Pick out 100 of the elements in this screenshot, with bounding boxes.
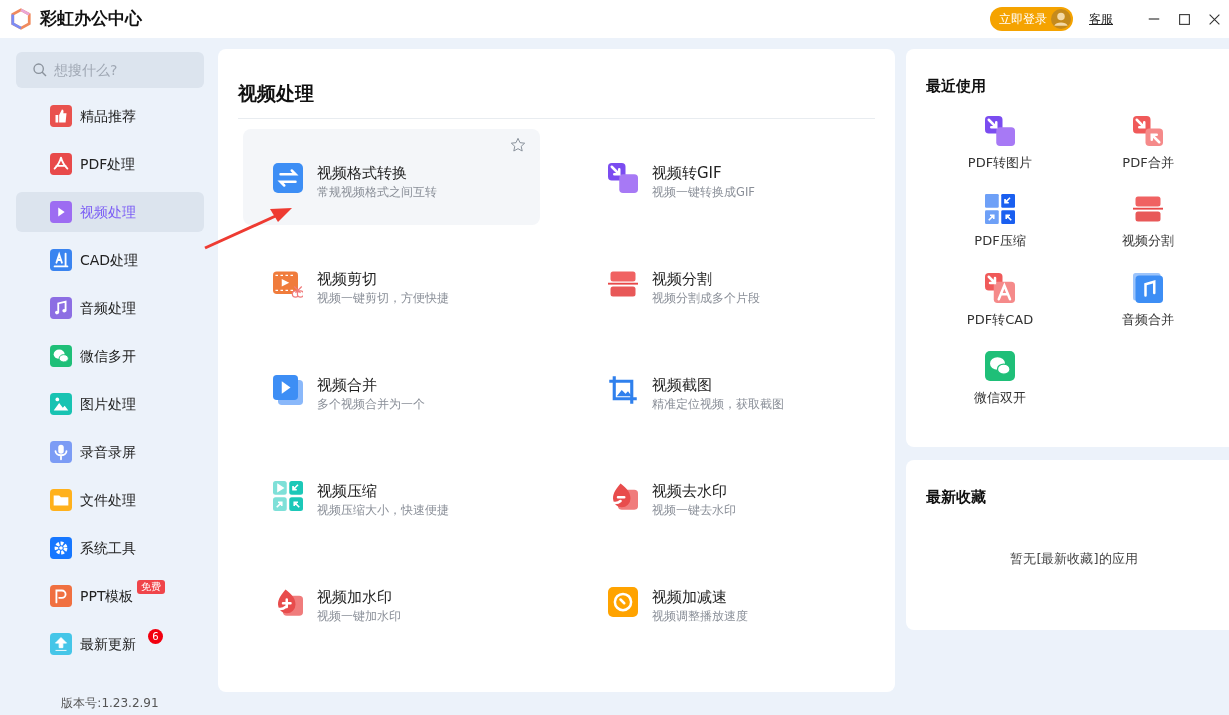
support-link[interactable]: 客服 [1089, 10, 1113, 28]
play-icon [50, 201, 72, 223]
sidebar-item[interactable]: 系统工具 [16, 528, 204, 568]
image-icon [50, 393, 72, 415]
tool-card[interactable]: 视频合并 多个视频合并为一个 [243, 340, 540, 437]
tool-title: 视频格式转换 [317, 162, 408, 183]
chat-bubbles-icon [985, 351, 1015, 381]
tool-title: 视频去水印 [652, 480, 728, 501]
recent-item[interactable]: 视频分割 [1074, 194, 1222, 251]
thumbs-up-icon [50, 105, 72, 127]
gear-icon [50, 537, 72, 559]
tool-title: 视频剪切 [317, 268, 378, 289]
tool-title: 视频转GIF [652, 162, 723, 183]
crop-image-icon [608, 374, 638, 405]
sidebar-item[interactable]: 录音录屏 [16, 432, 204, 472]
gif-convert-icon [608, 162, 638, 193]
microphone-icon [50, 441, 72, 463]
tool-description: 视频一键转换成GIF [652, 183, 755, 201]
sidebar-item-label: 精品推荐 [80, 106, 136, 126]
version-text: 版本号:1.23.2.91 [60, 695, 160, 712]
sidebar-item-label: 系统工具 [80, 538, 136, 558]
upload-icon [50, 633, 72, 655]
sidebar-item-label: PDF处理 [80, 154, 136, 174]
compress-grid-icon [273, 480, 303, 511]
app-title: 彩虹办公中心 [40, 7, 142, 31]
sidebar-item[interactable]: 图片处理 [16, 384, 204, 424]
sidebar-item-label: 录音录屏 [80, 442, 136, 462]
recent-item[interactable]: PDF转CAD [926, 272, 1074, 329]
tool-card[interactable]: 视频截图 精准定位视频，获取截图 [578, 340, 875, 437]
sidebar-item-label: 视频处理 [80, 202, 136, 222]
sidebar-item-label: CAD处理 [80, 250, 139, 270]
tool-card[interactable]: 视频转GIF 视频一键转换成GIF [578, 128, 875, 225]
tool-description: 常规视频格式之间互转 [317, 183, 437, 201]
search-field[interactable]: 想搜什么? [16, 52, 204, 88]
tool-card[interactable]: 视频分割 视频分割成多个片段 [578, 234, 875, 331]
compress-grid-icon [985, 194, 1015, 224]
recent-item[interactable]: PDF转图片 [926, 115, 1074, 172]
tool-card[interactable]: 视频去水印 视频一键去水印 [578, 446, 875, 543]
tool-description: 视频一键剪切，方便快捷 [317, 289, 449, 307]
tool-title: 视频加减速 [652, 586, 728, 607]
convert-icon [985, 272, 1015, 303]
tool-description: 精准定位视频，获取截图 [652, 395, 784, 413]
empty-message: 暂无[最新收藏]的应用 [1009, 549, 1139, 568]
recent-item[interactable]: PDF合并 [1074, 115, 1222, 172]
stacked-play-icon [273, 374, 303, 405]
sidebar-item-label: 音频处理 [80, 298, 136, 318]
search-icon [32, 62, 48, 78]
tool-description: 视频调整播放速度 [652, 607, 748, 625]
pdf-icon [50, 153, 72, 175]
free-tag: 免费 [137, 580, 165, 594]
split-bars-icon [1133, 194, 1163, 224]
tool-title: 视频压缩 [317, 480, 378, 501]
tool-title: 视频加水印 [317, 586, 393, 607]
sidebar-item[interactable]: 最新更新 6 [16, 624, 204, 664]
folder-icon [50, 489, 72, 511]
sidebar-item[interactable]: PPT模板 免费 [16, 576, 204, 616]
sidebar-item-label: 图片处理 [80, 394, 136, 414]
presentation-icon [50, 585, 72, 607]
tool-description: 视频一键去水印 [652, 501, 736, 519]
logo-icon [10, 8, 32, 30]
tool-card[interactable]: 视频加水印 视频一键加水印 [243, 552, 540, 649]
section-title: 视频处理 [238, 79, 875, 119]
count-badge: 6 [148, 629, 163, 644]
sidebar-item-label: 最新更新 [80, 634, 136, 654]
close-icon [1207, 12, 1221, 26]
avatar-icon [1051, 9, 1071, 29]
recent-item[interactable]: PDF压缩 [926, 194, 1074, 251]
drafting-icon [50, 249, 72, 271]
tool-description: 多个视频合并为一个 [317, 395, 425, 413]
picture-convert-icon [985, 115, 1015, 146]
sidebar-item-label: 微信多开 [80, 346, 136, 366]
speed-dial-icon [608, 586, 638, 617]
sidebar-item[interactable]: 精品推荐 [16, 96, 204, 136]
tool-title: 视频截图 [652, 374, 713, 395]
tool-description: 视频一键加水印 [317, 607, 401, 625]
tool-card[interactable]: 视频格式转换 常规视频格式之间互转 [243, 128, 540, 225]
tool-title: 视频分割 [652, 268, 713, 289]
sidebar-item[interactable]: 微信多开 [16, 336, 204, 376]
favorite-star-icon[interactable] [510, 136, 526, 153]
tool-description: 视频分割成多个片段 [652, 289, 760, 307]
recent-item[interactable]: 微信双开 [926, 351, 1074, 408]
recent-title: 最近使用 [926, 76, 987, 97]
tool-card[interactable]: 视频加减速 视频调整播放速度 [578, 552, 875, 649]
sidebar-item[interactable]: 文件处理 [16, 480, 204, 520]
favorites-title: 最新收藏 [926, 487, 987, 508]
sidebar-item[interactable]: 音频处理 [16, 288, 204, 328]
maximize-icon [1177, 12, 1191, 26]
tool-card[interactable]: 视频剪切 视频一键剪切，方便快捷 [243, 234, 540, 331]
merge-arrows-icon [1133, 115, 1163, 146]
sidebar-item[interactable]: 视频处理 [16, 192, 204, 232]
sidebar-item[interactable]: PDF处理 [16, 144, 204, 184]
tool-description: 视频压缩大小，快速便捷 [317, 501, 449, 519]
tool-card[interactable]: 视频压缩 视频压缩大小，快速便捷 [243, 446, 540, 543]
sidebar-item[interactable]: CAD处理 [16, 240, 204, 280]
sidebar-item-label: PPT模板 [80, 586, 134, 606]
tool-title: 视频合并 [317, 374, 378, 395]
chat-bubbles-icon [50, 345, 72, 367]
recent-item[interactable]: 音频合并 [1074, 272, 1222, 329]
sidebar-item-label: 文件处理 [80, 490, 136, 510]
swap-arrows-icon [273, 162, 303, 193]
